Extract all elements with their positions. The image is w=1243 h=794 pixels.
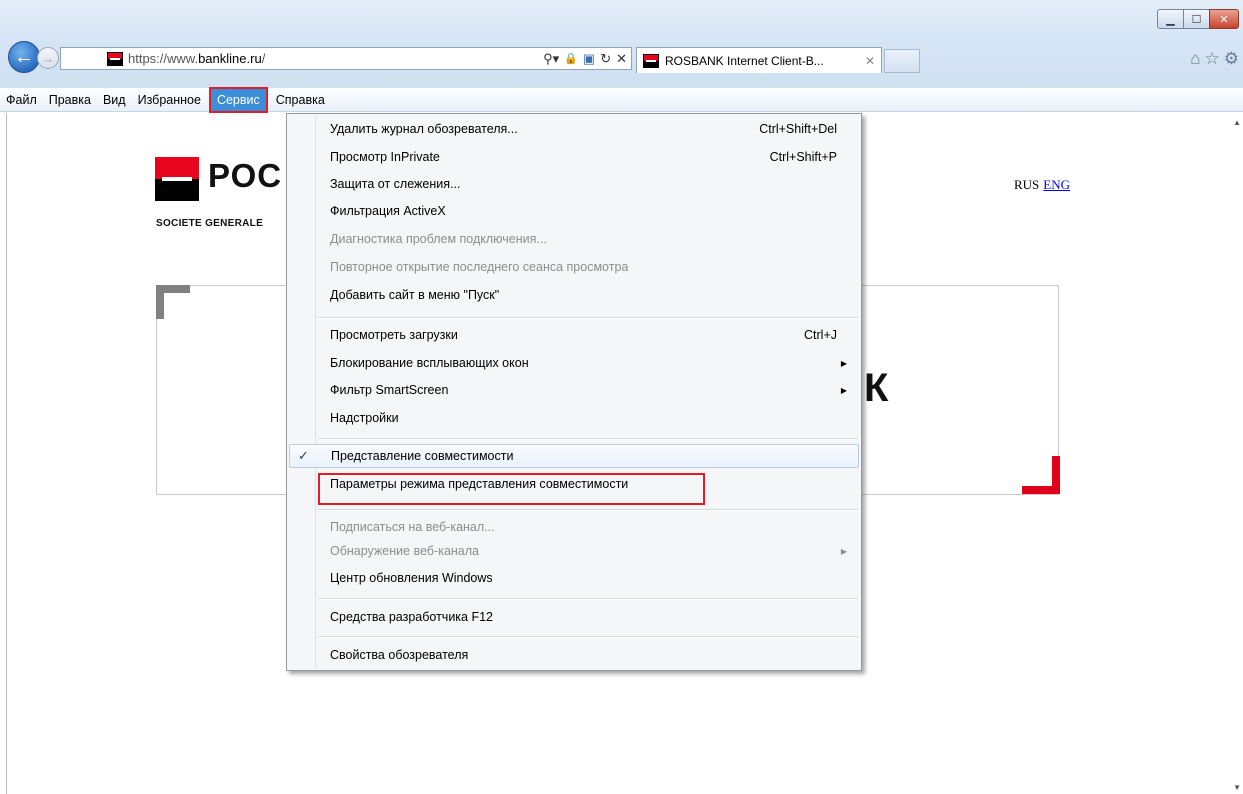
menu-item-activex-filtering[interactable]: Фильтрация ActiveX: [289, 199, 859, 223]
menu-item-label: Центр обновления Windows: [330, 571, 493, 585]
lang-eng-link[interactable]: ENG: [1043, 177, 1070, 192]
menu-separator: [318, 636, 858, 638]
menu-item-label: Обнаружение веб-канала: [330, 544, 479, 558]
address-tools: ⚲▾ 🔒 ▣ ↻ ✕: [543, 51, 627, 67]
rosbank-logo-icon: [155, 157, 199, 201]
menu-item-shortcut: Ctrl+Shift+P: [769, 150, 837, 164]
menu-item-developer-tools[interactable]: Средства разработчика F12: [289, 605, 859, 629]
tab-rosbank[interactable]: ROSBANK Internet Client-B... ✕: [636, 47, 882, 73]
corner-decoration-bottom-right: [1022, 456, 1060, 494]
menu-item-label: Добавить сайт в меню "Пуск": [330, 288, 500, 302]
address-bar[interactable]: https://www.bankline.ru/ ⚲▾ 🔒 ▣ ↻ ✕: [60, 47, 632, 70]
menu-item-label: Средства разработчика F12: [330, 610, 494, 624]
menu-item-diagnose-connection: Диагностика проблем подключения...: [289, 227, 859, 251]
chrome-toolbar-icons: ⌂ ☆ ⚙: [1190, 49, 1239, 69]
menu-item-compatibility-view[interactable]: ✓ Представление совместимости: [289, 444, 859, 468]
url-domain: bankline.ru: [198, 51, 262, 66]
gear-icon[interactable]: ⚙: [1224, 49, 1239, 69]
arrow-right-icon: →: [41, 50, 55, 66]
window-controls: ▁ ☐ ✕: [1157, 9, 1239, 29]
close-window-button[interactable]: ✕: [1209, 9, 1239, 29]
language-switch: RUS ENG: [1014, 177, 1070, 193]
menu-item-tracking-protection[interactable]: Защита от слежения...: [289, 172, 859, 196]
lock-icon[interactable]: 🔒: [564, 52, 578, 65]
tools-dropdown-menu: Удалить журнал обозревателя... Ctrl+Shif…: [286, 113, 862, 671]
browser-chrome: ▁ ☐ ✕ ← → https://www.bankline.ru/ ⚲▾ 🔒 …: [0, 0, 1243, 88]
menu-item-label: Просмотреть загрузки: [330, 328, 458, 342]
compatibility-view-icon[interactable]: ▣: [583, 51, 595, 67]
menu-item-addons[interactable]: Надстройки: [289, 406, 859, 430]
logo-subtitle: SOCIETE GENERALE: [156, 218, 264, 229]
back-button[interactable]: ←: [8, 41, 40, 73]
menu-bar: Файл Правка Вид Избранное Сервис Справка: [0, 86, 1243, 113]
menu-edit[interactable]: Правка: [43, 89, 97, 111]
highlight-annotation-box: [318, 473, 705, 505]
menu-item-label: Фильтрация ActiveX: [330, 204, 446, 218]
menu-separator: [318, 598, 858, 600]
menu-item-label: Повторное открытие последнего сеанса про…: [330, 260, 629, 274]
tab-favicon-icon: [643, 53, 659, 68]
site-favicon-icon: [107, 51, 123, 66]
menu-file[interactable]: Файл: [0, 89, 43, 111]
maximize-button[interactable]: ☐: [1183, 9, 1210, 29]
submenu-arrow-icon: ▶: [840, 385, 847, 395]
tab-close-icon[interactable]: ✕: [865, 54, 875, 68]
new-tab-button[interactable]: [884, 49, 920, 73]
minimize-button[interactable]: ▁: [1157, 9, 1184, 29]
menu-item-label: Блокирование всплывающих окон: [330, 356, 529, 370]
corner-decoration-top-left: [156, 285, 190, 319]
menu-item-shortcut: Ctrl+Shift+Del: [759, 122, 837, 136]
menu-item-internet-options[interactable]: Свойства обозревателя: [289, 643, 859, 667]
url-prefix: https://www.: [128, 51, 199, 66]
menu-item-label: Просмотр InPrivate: [330, 150, 440, 164]
menu-item-label: Удалить журнал обозревателя...: [330, 122, 518, 136]
menu-item-smartscreen[interactable]: Фильтр SmartScreen ▶: [289, 378, 859, 402]
submenu-arrow-icon: ▶: [840, 546, 847, 556]
scroll-down-arrow-icon[interactable]: ▼: [1233, 783, 1241, 792]
logo-text: РОС: [208, 157, 283, 194]
menu-item-subscribe-feed: Подписаться на веб-канал...: [289, 515, 859, 539]
menu-item-popup-blocker[interactable]: Блокирование всплывающих окон ▶: [289, 351, 859, 375]
menu-favorites[interactable]: Избранное: [132, 89, 207, 111]
menu-item-add-to-start[interactable]: Добавить сайт в меню "Пуск": [289, 283, 859, 307]
menu-item-label: Подписаться на веб-канал...: [330, 520, 495, 534]
stop-icon[interactable]: ✕: [616, 51, 627, 67]
menu-help[interactable]: Справка: [270, 89, 331, 111]
menu-item-reopen-session: Повторное открытие последнего сеанса про…: [289, 255, 859, 279]
menu-item-label: Диагностика проблем подключения...: [330, 232, 547, 246]
forward-button[interactable]: →: [37, 47, 59, 69]
scroll-up-arrow-icon[interactable]: ▲: [1233, 118, 1241, 127]
menu-item-label: Фильтр SmartScreen: [330, 383, 449, 397]
lang-rus: RUS: [1014, 177, 1040, 192]
tab-title: ROSBANK Internet Client-B...: [665, 53, 824, 68]
favorites-star-icon[interactable]: ☆: [1205, 49, 1220, 69]
url-text[interactable]: https://www.bankline.ru/: [128, 51, 265, 66]
menu-item-view-downloads[interactable]: Просмотреть загрузки Ctrl+J: [289, 323, 859, 347]
menu-separator: [318, 317, 858, 319]
home-icon[interactable]: ⌂: [1190, 49, 1200, 69]
search-dropdown-icon[interactable]: ⚲▾: [543, 51, 559, 67]
refresh-icon[interactable]: ↻: [600, 51, 611, 67]
menu-item-shortcut: Ctrl+J: [804, 328, 837, 342]
menu-item-feed-discovery: Обнаружение веб-канала ▶: [289, 539, 859, 563]
menu-item-label: Надстройки: [330, 411, 399, 425]
menu-separator: [318, 509, 858, 511]
page-heading-fragment: К: [864, 366, 889, 410]
url-suffix: /: [261, 51, 266, 66]
menu-item-windows-update[interactable]: Центр обновления Windows: [289, 566, 859, 590]
menu-view[interactable]: Вид: [97, 89, 132, 111]
menu-item-delete-history[interactable]: Удалить журнал обозревателя... Ctrl+Shif…: [289, 117, 859, 141]
menu-item-label: Представление совместимости: [331, 449, 514, 463]
menu-item-label: Защита от слежения...: [330, 177, 461, 191]
menu-item-label: Свойства обозревателя: [330, 648, 469, 662]
menu-item-inprivate[interactable]: Просмотр InPrivate Ctrl+Shift+P: [289, 145, 859, 169]
menu-separator: [318, 438, 858, 440]
submenu-arrow-icon: ▶: [840, 358, 847, 368]
menu-tools[interactable]: Сервис: [208, 86, 268, 113]
checkmark-icon: ✓: [298, 448, 309, 463]
arrow-left-icon: ←: [14, 45, 34, 68]
